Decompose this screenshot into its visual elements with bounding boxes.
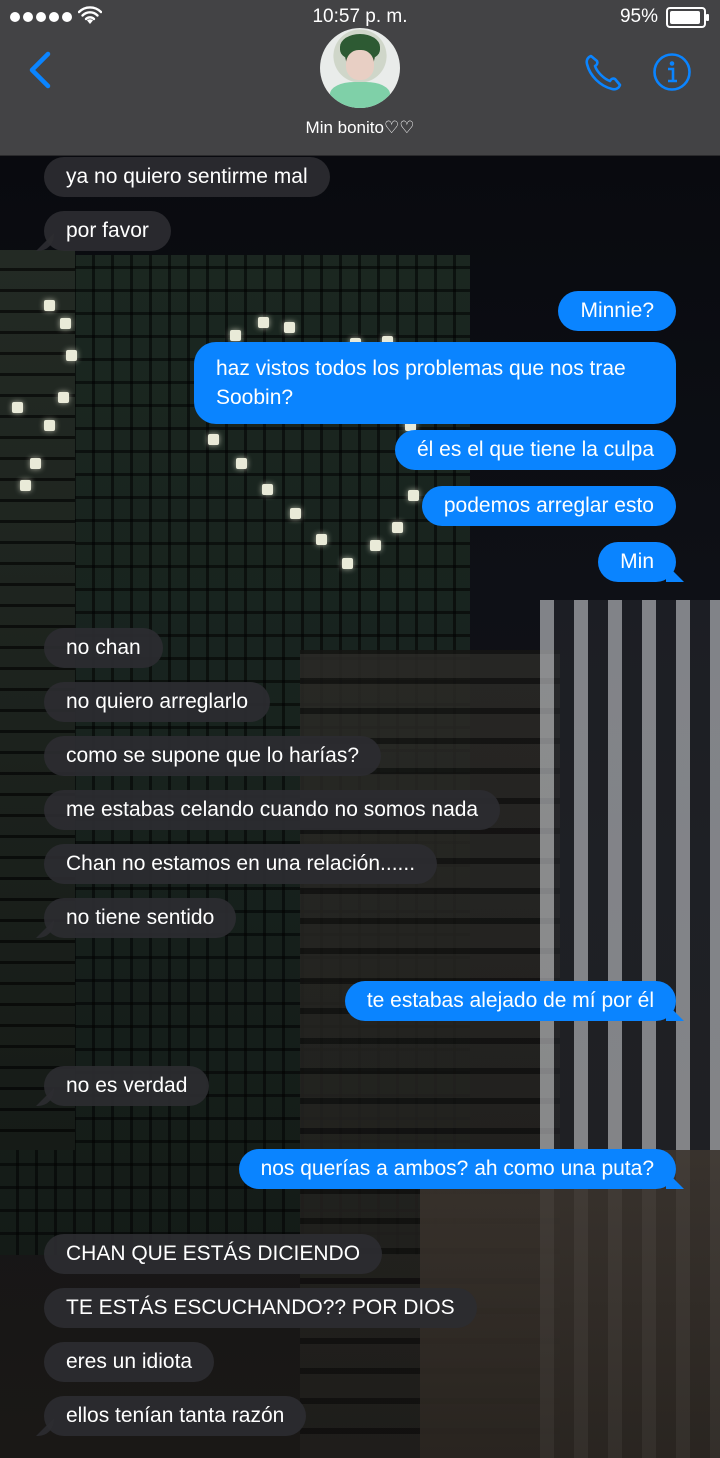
message-outgoing[interactable]: podemos arreglar esto	[421, 486, 676, 526]
message-incoming[interactable]: me estabas celando cuando no somos nada	[44, 790, 501, 830]
message-outgoing[interactable]: Minnie?	[558, 291, 676, 331]
message-incoming[interactable]: no quiero arreglarlo	[44, 682, 271, 722]
message-incoming[interactable]: no es verdad	[44, 1066, 210, 1106]
message-incoming[interactable]: TE ESTÁS ESCUCHANDO?? POR DIOS	[44, 1288, 477, 1328]
message-incoming[interactable]: Chan no estamos en una relación......	[44, 844, 438, 884]
message-outgoing[interactable]: haz vistos todos los problemas que nos t…	[194, 342, 676, 424]
message-incoming[interactable]: no tiene sentido	[44, 898, 237, 938]
message-incoming[interactable]: por favor	[44, 211, 171, 251]
message-thread: ya no quiero sentirme mal por favor Minn…	[0, 0, 720, 1458]
message-incoming[interactable]: como se supone que lo harías?	[44, 736, 382, 776]
message-incoming[interactable]: ya no quiero sentirme mal	[44, 157, 330, 197]
message-incoming[interactable]: no chan	[44, 628, 163, 668]
message-outgoing[interactable]: te estabas alejado de mí por él	[344, 981, 676, 1021]
message-incoming[interactable]: ellos tenían tanta razón	[44, 1396, 307, 1436]
message-incoming[interactable]: CHAN QUE ESTÁS DICIENDO	[44, 1234, 383, 1274]
message-incoming[interactable]: eres un idiota	[44, 1342, 215, 1382]
message-outgoing[interactable]: Min	[598, 542, 676, 582]
message-outgoing[interactable]: él es el que tiene la culpa	[395, 430, 676, 470]
message-outgoing[interactable]: nos querías a ambos? ah como una puta?	[238, 1149, 676, 1189]
